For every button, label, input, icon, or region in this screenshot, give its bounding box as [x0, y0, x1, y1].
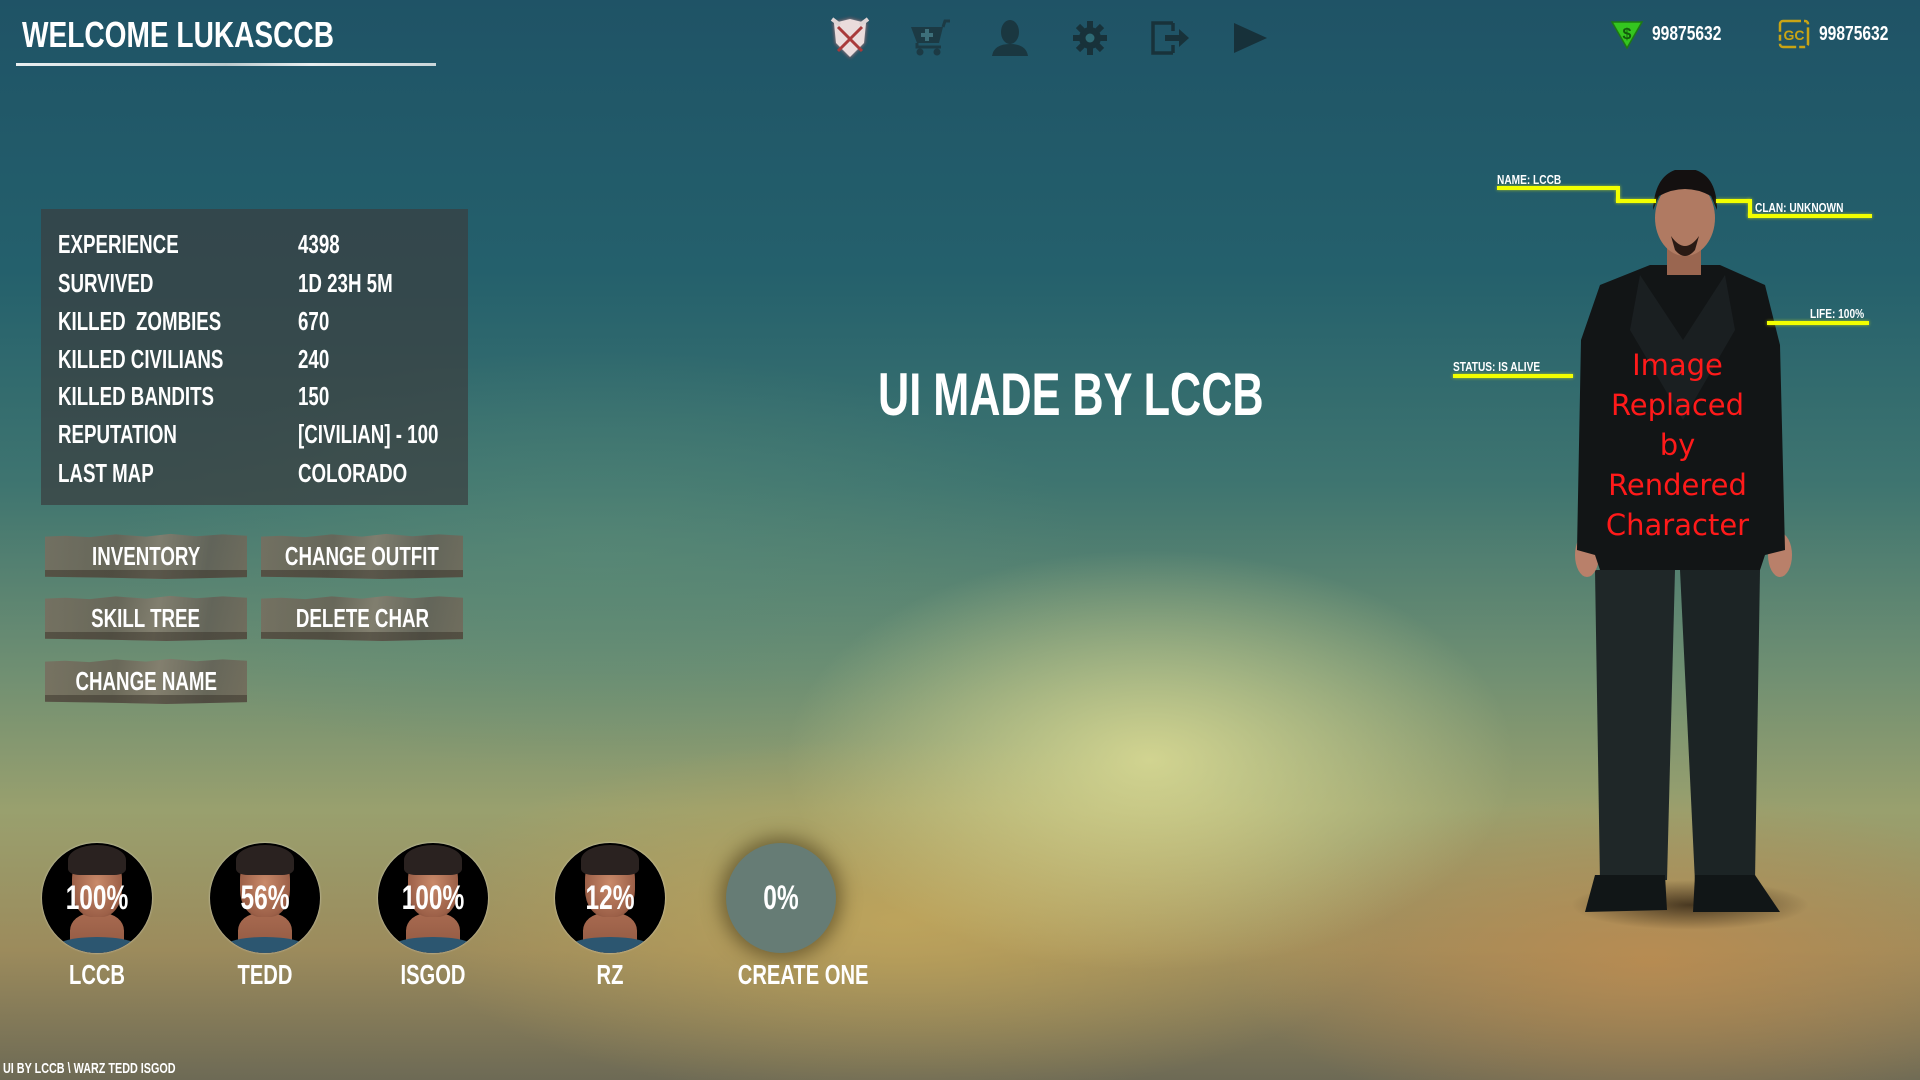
stat-value: 150 [298, 380, 330, 411]
stat-label: KILLED CIVILIANS [58, 343, 224, 374]
status-line [1453, 374, 1573, 378]
crossed-swords-shield-icon [830, 17, 870, 59]
stat-row-killed-zombies: KILLED ZOMBIES 670 [58, 303, 341, 339]
top-nav [810, 12, 1290, 64]
gc-balance: GC 99875632 [1777, 18, 1908, 50]
empty-avatar: 0% [726, 843, 836, 953]
footer-credit: UI BY LCCB \ WARZ TEDD ISGOD [3, 1060, 176, 1077]
title-underline [16, 63, 436, 66]
character-progress: 12% [585, 879, 635, 917]
stat-row-survived: SURVIVED 1D 23H 5M [58, 265, 430, 301]
stat-value: [CIVILIAN] - 100 [298, 418, 439, 449]
nav-profile[interactable] [970, 12, 1050, 64]
inventory-button[interactable]: INVENTORY [45, 533, 247, 579]
stat-label: KILLED BANDITS [58, 380, 215, 411]
center-credit: UI MADE BY LCCB [878, 361, 1264, 428]
delete-char-button-label: DELETE CHAR [295, 602, 429, 633]
stat-row-last-map: LAST MAP COLORADO [58, 455, 450, 491]
character-slot-lccb[interactable]: 100% LCCB [37, 843, 157, 991]
character-progress: 56% [240, 879, 290, 917]
dollars-balance: $ 99875632 [1610, 18, 1741, 50]
character-slot-rz[interactable]: 12% RZ [550, 843, 670, 991]
gear-icon [1073, 21, 1107, 55]
nav-play-game[interactable] [1210, 12, 1290, 64]
user-icon [992, 20, 1028, 56]
character-slot-tedd[interactable]: 56% TEDD [205, 843, 325, 991]
clan-line-start [1716, 199, 1750, 203]
svg-text:GC: GC [1784, 27, 1805, 43]
character-name-label: NAME: LCCB [1497, 172, 1562, 187]
create-character-slot[interactable]: 0% CREATE ONE [721, 843, 869, 991]
gc-coin-icon: GC [1778, 19, 1810, 49]
stat-value: 1D 23H 5M [298, 267, 393, 298]
stat-label: KILLED ZOMBIES [58, 305, 222, 336]
life-line [1767, 321, 1869, 325]
character-name: CREATE ONE [737, 959, 869, 990]
green-dollar-icon: $ [1610, 21, 1644, 50]
stat-label: LAST MAP [58, 457, 154, 488]
skill-tree-button[interactable]: SKILL TREE [45, 595, 247, 641]
nav-play-menu[interactable] [810, 12, 890, 64]
name-line [1497, 186, 1617, 190]
svg-text:$: $ [1623, 26, 1632, 43]
character-progress: 100% [65, 879, 129, 917]
dollars-value: 99875632 [1652, 22, 1722, 45]
stat-label: REPUTATION [58, 418, 177, 449]
character-clan-label: CLAN: UNKNOWN [1755, 200, 1844, 215]
character-slot-isgod[interactable]: 100% ISGOD [373, 843, 493, 991]
skill-tree-button-label: SKILL TREE [91, 602, 201, 633]
name-line-end [1616, 199, 1656, 203]
stat-label: SURVIVED [58, 267, 154, 298]
stat-row-reputation: REPUTATION [CIVILIAN] - 100 [58, 416, 493, 452]
stat-label: EXPERIENCE [58, 228, 179, 259]
stat-row-experience: EXPERIENCE 4398 [58, 226, 356, 262]
character-progress: 0% [763, 879, 799, 917]
character-life-label: LIFE: 100% [1810, 306, 1865, 321]
character-name: RZ [596, 959, 624, 990]
stats-panel: EXPERIENCE 4398 SURVIVED 1D 23H 5M KILLE… [41, 209, 468, 505]
avatar: 12% [555, 843, 665, 953]
stat-value: 4398 [298, 228, 340, 259]
avatar: 100% [378, 843, 488, 953]
character-progress: 100% [401, 879, 465, 917]
stat-value: 240 [298, 343, 330, 374]
avatar: 56% [210, 843, 320, 953]
shopping-cart-icon [911, 19, 950, 56]
character-name: LCCB [68, 959, 125, 990]
stat-value: COLORADO [298, 457, 408, 488]
render-placeholder-text: Image Replaced by Rendered Character [1605, 348, 1750, 542]
play-icon [1234, 23, 1267, 53]
change-name-button-label: CHANGE NAME [75, 665, 217, 696]
inventory-button-label: INVENTORY [91, 540, 201, 571]
character-name: TEDD [237, 959, 293, 990]
character-render [1575, 170, 1792, 912]
nav-settings[interactable] [1050, 12, 1130, 64]
character-status-label: STATUS: IS ALIVE [1453, 359, 1541, 374]
change-name-button[interactable]: CHANGE NAME [45, 658, 247, 704]
exit-icon [1151, 21, 1189, 55]
gc-value: 99875632 [1819, 22, 1889, 45]
change-outfit-button[interactable]: CHANGE OUTFIT [261, 533, 463, 579]
nav-exit[interactable] [1130, 12, 1210, 64]
delete-char-button[interactable]: DELETE CHAR [261, 595, 463, 641]
stat-value: 670 [298, 305, 330, 336]
welcome-title: WELCOME LUKASCCB [22, 14, 334, 55]
avatar: 100% [42, 843, 152, 953]
stat-row-killed-civilians: KILLED CIVILIANS 240 [58, 341, 341, 377]
nav-store[interactable] [890, 12, 970, 64]
stat-row-killed-bandits: KILLED BANDITS 150 [58, 378, 341, 414]
change-outfit-button-label: CHANGE OUTFIT [285, 540, 439, 571]
character-name: ISGOD [400, 959, 466, 990]
